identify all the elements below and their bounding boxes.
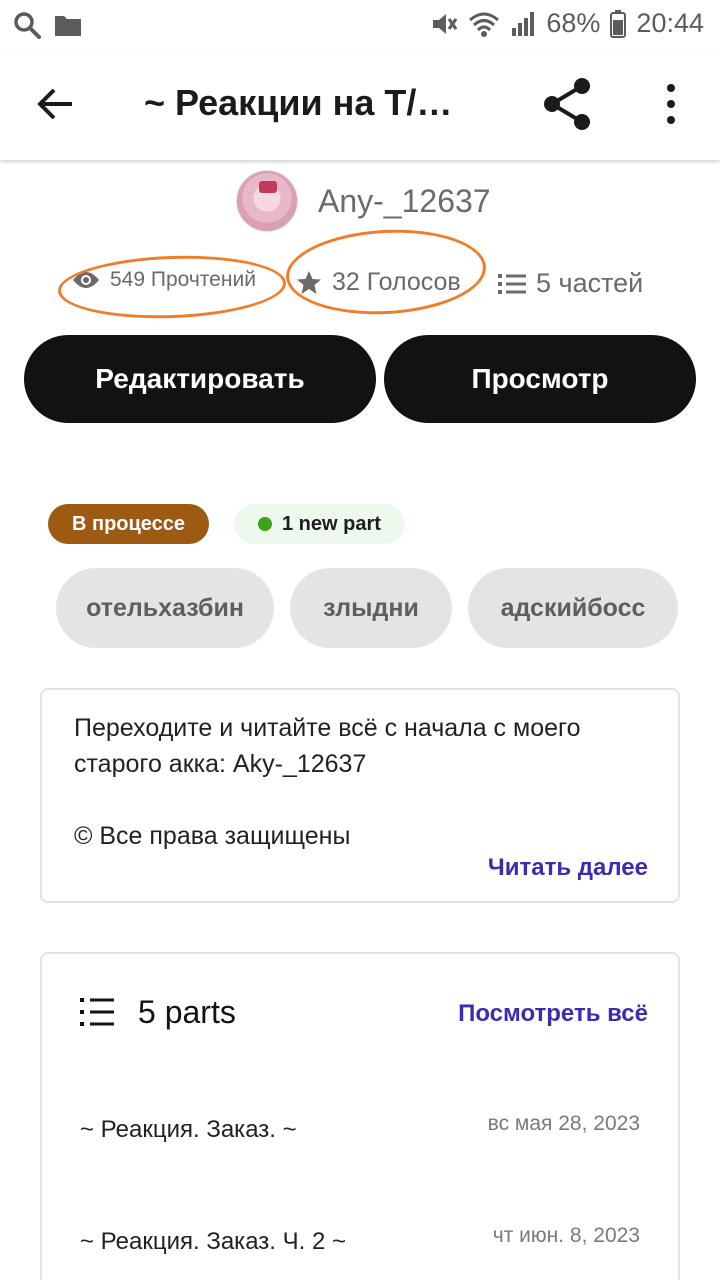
description-card: Переходите и читайте всё с начала с моег…	[40, 688, 680, 903]
app-bar: ~ Реакции на Т/…	[0, 50, 720, 160]
reads-stat: 549 Прочтений	[72, 268, 256, 292]
part-title: ~ Реакция. Заказ. Ч. 2 ~	[80, 1228, 346, 1255]
battery-icon	[610, 9, 627, 38]
votes-count: 32 Голосов	[332, 268, 461, 296]
list-icon	[498, 273, 526, 294]
signal-icon	[512, 11, 535, 36]
folder-icon	[55, 16, 81, 36]
description-text: Переходите и читайте всё с начала с моег…	[74, 714, 581, 850]
avatar[interactable]	[236, 170, 298, 232]
parts-stat: 5 частей	[498, 268, 643, 299]
story-stats: 549 Прочтений 32 Голосов 5 частей	[0, 224, 720, 322]
table-of-contents-icon	[80, 998, 114, 1026]
author-row[interactable]: Any-_12637	[236, 170, 491, 232]
more-vert-icon[interactable]	[656, 82, 686, 126]
parts-count: 5 частей	[536, 268, 644, 298]
mute-icon	[433, 13, 458, 34]
wifi-icon	[469, 12, 500, 37]
share-icon[interactable]	[540, 76, 596, 132]
parts-title: 5 parts	[138, 994, 236, 1030]
status-right: 68% 20:44	[430, 8, 704, 39]
new-dot-icon	[258, 517, 272, 531]
see-all-link[interactable]: Посмотреть всё	[458, 1000, 648, 1028]
read-more-link[interactable]: Читать далее	[488, 854, 648, 882]
part-row[interactable]: ~ Реакция. Заказ. ~ вс мая 28, 2023	[42, 1104, 678, 1174]
part-date: чт июн. 8, 2023	[492, 1224, 640, 1247]
reads-count: 549 Прочтений	[110, 268, 256, 291]
part-title: ~ Реакция. Заказ. ~	[80, 1116, 297, 1143]
tag-chip[interactable]: отельхазбин	[56, 568, 274, 648]
edit-button[interactable]: Редактировать	[24, 335, 376, 423]
battery-percent: 68%	[546, 8, 601, 38]
new-part-badge: 1 new part	[234, 504, 405, 544]
tag-chip[interactable]: адскийбосс	[468, 568, 678, 648]
status-bar: 68% 20:44	[0, 0, 720, 50]
part-row[interactable]: ~ Реакция. Заказ. Ч. 2 ~ чт июн. 8, 2023	[42, 1216, 678, 1280]
tag-chip[interactable]: злыдни	[290, 568, 452, 648]
story-title: ~ Реакции на Т/…	[144, 82, 453, 123]
new-part-label: 1 new part	[282, 512, 381, 535]
status-left-icons	[12, 10, 82, 40]
votes-stat: 32 Голосов	[296, 268, 461, 297]
part-date: вс мая 28, 2023	[487, 1112, 640, 1135]
clock: 20:44	[636, 8, 704, 38]
star-icon	[297, 270, 321, 294]
parts-card: 5 parts Посмотреть всё ~ Реакция. Заказ.…	[40, 952, 680, 1280]
back-arrow-icon[interactable]	[34, 82, 78, 126]
view-button[interactable]: Просмотр	[384, 335, 696, 423]
eye-icon	[73, 272, 99, 288]
search-icon	[14, 12, 41, 39]
status-badge: В процессе	[48, 504, 210, 544]
author-name[interactable]: Any-_12637	[318, 183, 491, 220]
